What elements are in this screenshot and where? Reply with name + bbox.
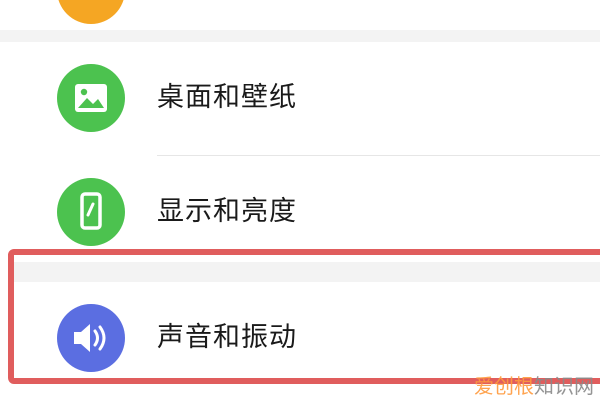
settings-item-label: 显示和亮度 <box>157 196 297 227</box>
section-gap <box>0 30 600 42</box>
settings-item-display[interactable]: 显示和亮度 <box>0 156 600 268</box>
settings-item-wallpaper[interactable]: 桌面和壁纸 <box>0 42 600 154</box>
settings-item-partial[interactable] <box>0 0 600 30</box>
watermark-suffix: 知识网 <box>534 374 594 398</box>
image-icon <box>57 64 125 132</box>
watermark: 爱创根知识网 <box>474 370 594 399</box>
partial-icon <box>57 0 125 24</box>
watermark-brand: 爱创根 <box>474 374 534 398</box>
section-gap <box>14 262 600 282</box>
settings-item-label: 声音和振动 <box>157 322 297 353</box>
speaker-icon <box>57 304 125 372</box>
phone-display-icon <box>57 178 125 246</box>
settings-item-label: 桌面和壁纸 <box>157 82 297 113</box>
settings-screen: 桌面和壁纸 显示和亮度 声音和振动 爱创根知识网 <box>0 0 600 405</box>
